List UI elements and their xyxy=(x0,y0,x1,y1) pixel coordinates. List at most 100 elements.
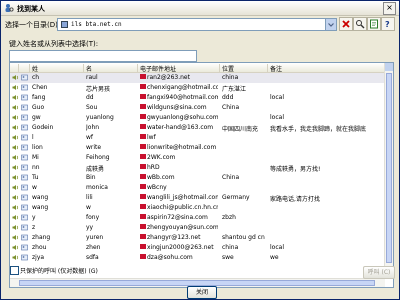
properties-button[interactable] xyxy=(367,17,381,31)
email-flag-icon xyxy=(140,154,146,159)
vertical-scrollbar[interactable] xyxy=(384,63,393,277)
table-row[interactable]: zhou zhen xingjun2000@263.net china local xyxy=(10,243,385,253)
cell-first-name: sdfa xyxy=(86,254,99,261)
header-col-location[interactable]: 位置 xyxy=(220,64,268,72)
close-button[interactable]: 关闭 xyxy=(187,286,217,299)
table-row[interactable]: z yy zhengyouyan@sun.com xyxy=(10,223,385,233)
table-row[interactable]: zjya sdfa dza@sohu.com swe we xyxy=(10,253,385,263)
vertical-scroll-thumb[interactable] xyxy=(386,73,392,263)
header-col-icon2[interactable] xyxy=(19,64,30,72)
cell-first-name: w xyxy=(86,204,91,211)
cell-location: swe xyxy=(222,254,234,261)
cell-email: lwf xyxy=(140,134,218,142)
table-row[interactable]: Chen 芯片男孩 chenxigang@hotmail.com 广东湛江 xyxy=(10,83,385,93)
table-row[interactable]: wang w xiaochi@public.cn.hn.cn xyxy=(10,203,385,213)
cell-email: water-hand@163.com xyxy=(140,124,218,132)
cell-note: local xyxy=(270,114,284,121)
cell-last-name: wang xyxy=(32,194,49,201)
cell-email-text: dza@sohu.com xyxy=(147,254,193,261)
cell-first-name: raul xyxy=(86,74,98,81)
table-row[interactable]: ch raul ran2@263.net china xyxy=(10,73,385,83)
email-flag-icon xyxy=(140,94,146,99)
cell-last-name: zjya xyxy=(32,254,45,261)
cell-last-name: gw xyxy=(32,114,41,121)
table-row[interactable]: Tu Bin wBb.com China xyxy=(10,173,385,183)
table-row[interactable]: l wf lwf xyxy=(10,133,385,143)
secure-call-label: 只保护的呼叫 (仅对数据) (G) xyxy=(20,268,98,275)
header-col-note[interactable]: 备注 xyxy=(268,64,385,72)
scroll-up-icon[interactable] xyxy=(385,63,393,71)
table-row[interactable]: fang dd fangxi940@hotmail.com ddd local xyxy=(10,93,385,103)
title-bar: 找到某人 × xyxy=(1,1,399,16)
search-button[interactable] xyxy=(353,17,367,31)
cell-note: 家路电话,请方打找 xyxy=(270,196,320,202)
cell-last-name: ch xyxy=(32,74,40,81)
speaker-icon xyxy=(12,235,19,240)
cell-location: China xyxy=(222,174,240,181)
chevron-down-icon[interactable] xyxy=(325,19,336,30)
help-button[interactable]: ? xyxy=(381,17,395,31)
contact-card-icon xyxy=(21,254,28,261)
table-row[interactable]: Godein John water-hand@163.com 中国四川南充 我看水手，我… xyxy=(10,123,385,133)
cell-note xyxy=(270,224,383,232)
cell-location xyxy=(222,224,266,232)
directory-select[interactable]: ils bta.net.cn xyxy=(57,18,337,31)
cell-first-name: yuanlong xyxy=(86,114,114,121)
cell-first-name: yuren xyxy=(86,234,104,241)
cell-email-text: 2WK.com xyxy=(147,154,176,161)
cell-last-name: zhang xyxy=(32,234,51,241)
cell-last-name: z xyxy=(32,224,36,231)
cell-email: lionwrite@hotmail.com xyxy=(140,144,218,152)
contact-card-icon xyxy=(21,154,28,161)
table-row[interactable]: Mi Feihong 2WK.com xyxy=(10,153,385,163)
properties-icon xyxy=(370,19,378,29)
cell-email-text: wildguns@sina.com xyxy=(147,104,207,111)
cell-first-name: zhen xyxy=(86,244,101,251)
table-row[interactable]: lion write lionwrite@hotmail.com xyxy=(10,143,385,153)
table-row[interactable]: y fony aspirin72@sina.com zbzh xyxy=(10,213,385,223)
delete-icon xyxy=(342,20,350,28)
header-col-first[interactable]: 名 xyxy=(84,64,138,72)
cell-first-name: Sou xyxy=(86,104,98,111)
table-row[interactable]: nn 成轶勇 hRD 等成轶勇，男方找! xyxy=(10,163,385,173)
table-row[interactable]: zhang yuren zhangyr@123.net shantou gd cn xyxy=(10,233,385,243)
cell-email: ran2@263.net xyxy=(140,74,218,82)
table-row[interactable]: gw yuanlong gwyuanlong@sohu.com local xyxy=(10,113,385,123)
list-header: 姓 名 电子邮件地址 位置 备注 xyxy=(10,63,385,73)
cell-last-name: zhou xyxy=(32,244,47,251)
table-row[interactable]: w monica wBcny xyxy=(10,183,385,193)
cell-last-name: l xyxy=(32,134,34,141)
header-col-email[interactable]: 电子邮件地址 xyxy=(138,64,220,72)
contact-card-icon xyxy=(21,144,28,151)
cell-email: zhengyouyan@sun.com xyxy=(140,224,218,232)
header-col-last[interactable]: 姓 xyxy=(30,64,84,72)
name-search-input[interactable] xyxy=(9,50,197,62)
cell-email: wanglili_js@hotmail.com xyxy=(140,194,218,202)
cell-last-name: Guo xyxy=(32,104,45,111)
delete-button[interactable] xyxy=(339,17,353,31)
table-row[interactable]: Guo Sou wildguns@sina.com China xyxy=(10,103,385,113)
email-flag-icon xyxy=(140,214,146,219)
cell-email-text: xiaochi@public.cn.hn.cn xyxy=(147,204,218,211)
cell-last-name: nn xyxy=(32,164,40,171)
speaker-icon xyxy=(12,105,19,110)
close-window-button[interactable]: × xyxy=(383,2,396,15)
speaker-icon xyxy=(12,145,19,150)
contact-card-icon xyxy=(21,84,28,91)
cell-email-text: chenxigang@hotmail.com xyxy=(147,84,218,91)
call-button[interactable]: 呼叫 (C) xyxy=(363,266,395,279)
contact-card-icon xyxy=(21,124,28,131)
cell-note xyxy=(270,184,383,192)
cell-location: china xyxy=(222,244,239,251)
cell-location: china xyxy=(222,74,239,81)
cell-first-name: fony xyxy=(86,214,100,221)
table-row[interactable]: wang lili wanglili_js@hotmail.com Germany 家路… xyxy=(10,193,385,203)
cell-email-text: water-hand@163.com xyxy=(147,124,214,131)
secure-call-checkbox[interactable] xyxy=(10,266,19,275)
email-flag-icon xyxy=(140,104,146,109)
cell-location xyxy=(222,114,266,122)
header-col-icon1[interactable] xyxy=(10,64,19,72)
contacts-list[interactable]: 姓 名 电子邮件地址 位置 备注 ch raul ran2@263.net china… xyxy=(9,62,394,288)
cell-last-name: fang xyxy=(32,94,46,101)
contact-card-icon xyxy=(21,214,28,221)
